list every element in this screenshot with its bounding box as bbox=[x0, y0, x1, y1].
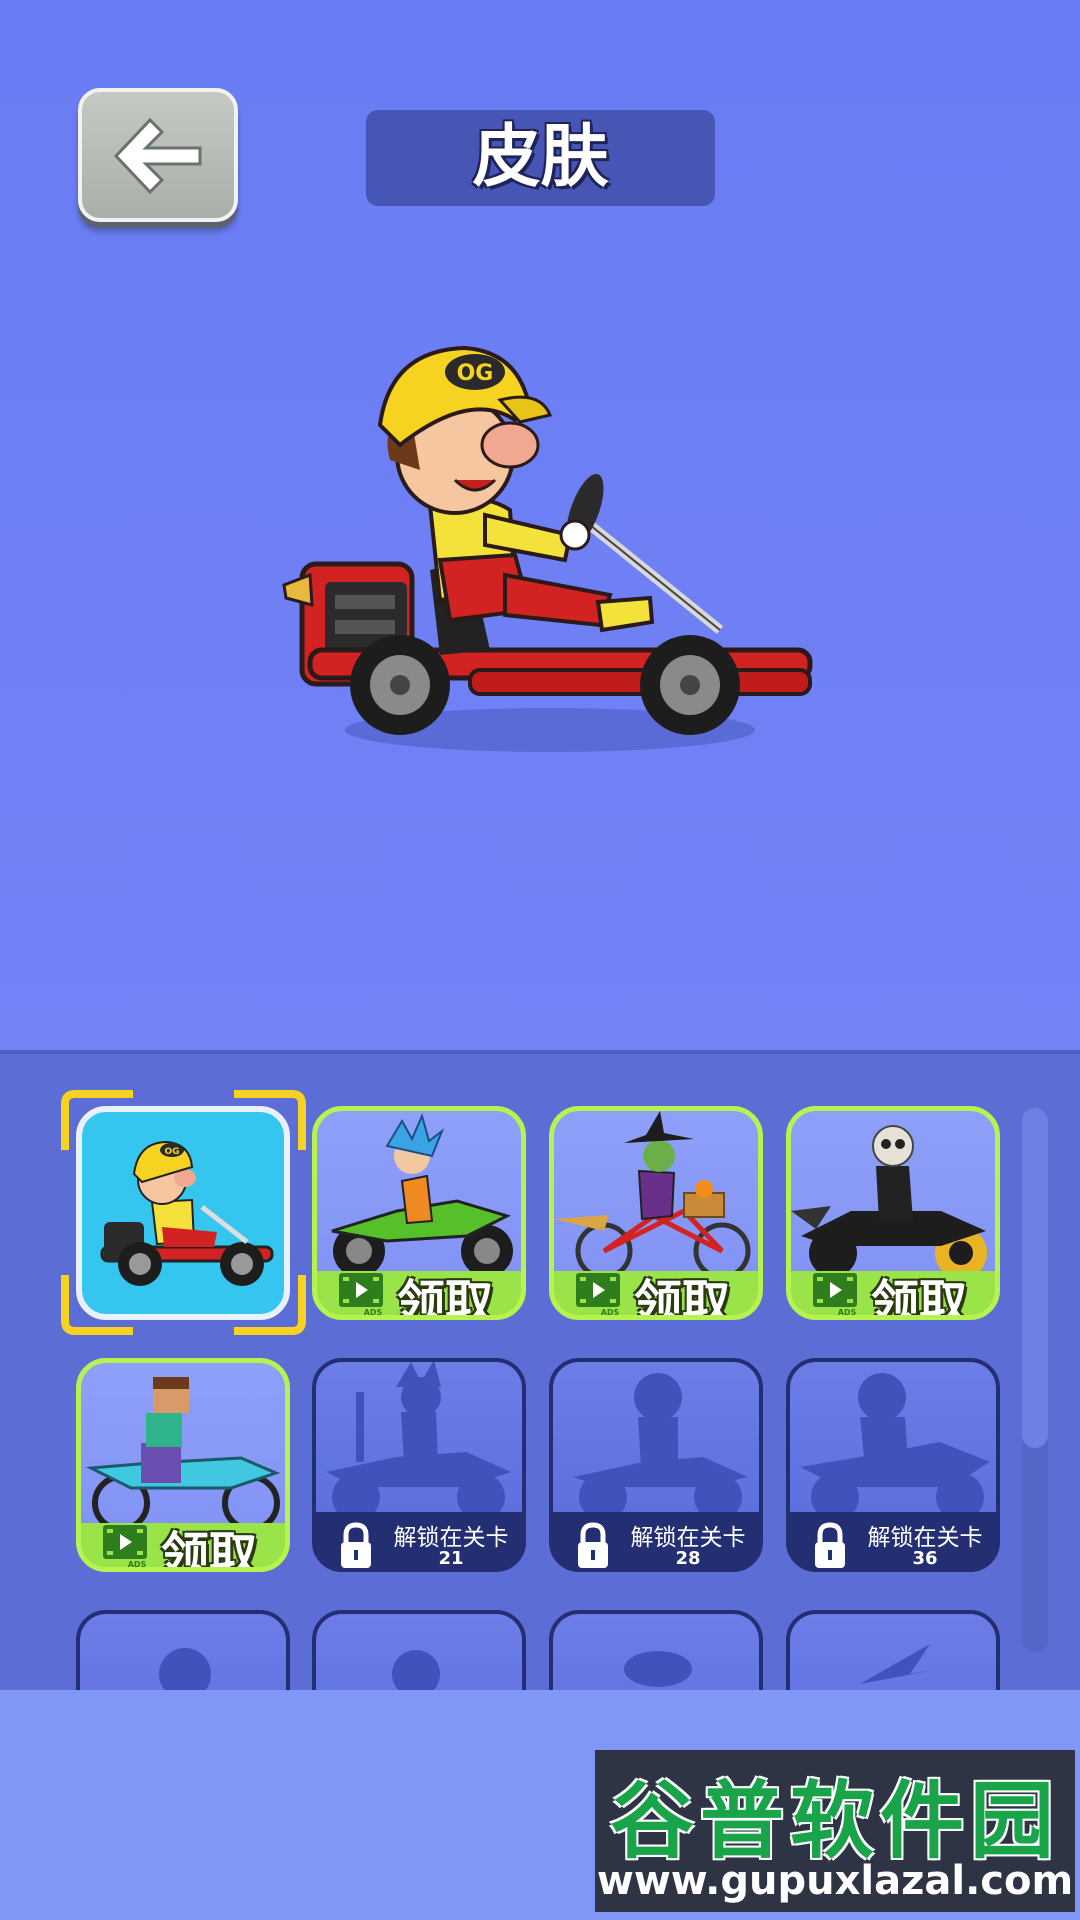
unlock-level: 36 bbox=[912, 1548, 938, 1569]
cap-logo-text: OG bbox=[457, 361, 494, 386]
skin-card-locked-21[interactable]: 解锁在关卡 21 bbox=[312, 1358, 526, 1572]
watermark-url: www.gupuxlazal.com bbox=[596, 1858, 1074, 1904]
character-preview: OG bbox=[280, 330, 840, 770]
skin-card-block-dirtbike[interactable]: ADS 领取 bbox=[76, 1358, 290, 1572]
skin-thumbnail: OG bbox=[82, 1112, 284, 1314]
svg-text:OG: OG bbox=[164, 1147, 179, 1157]
claim-label: 领取 bbox=[397, 1275, 494, 1320]
page-title: 皮肤 bbox=[366, 110, 715, 206]
watermark: 谷普软件园 www.gupuxlazal.com bbox=[595, 1750, 1075, 1912]
lock-icon bbox=[578, 1522, 608, 1568]
claim-label: 领取 bbox=[871, 1275, 968, 1320]
lock-icon bbox=[341, 1522, 371, 1568]
video-ad-icon: ADS bbox=[813, 1273, 857, 1317]
scrollbar-thumb[interactable] bbox=[1022, 1108, 1048, 1448]
lock-icon bbox=[815, 1522, 845, 1568]
skin-thumbnail bbox=[554, 1111, 758, 1271]
locked-silhouette bbox=[790, 1362, 996, 1512]
video-ad-icon: ADS bbox=[576, 1273, 620, 1317]
unlock-label: 解锁在关卡 bbox=[630, 1525, 746, 1551]
skin-card-witch-bicycle[interactable]: ADS 领取 bbox=[549, 1106, 763, 1320]
arrow-left-icon bbox=[113, 117, 202, 195]
video-ad-icon: ADS bbox=[339, 1273, 383, 1317]
skin-thumbnail bbox=[81, 1363, 285, 1523]
svg-text:ADS: ADS bbox=[601, 1308, 620, 1317]
video-ad-icon: ADS bbox=[103, 1525, 147, 1569]
unlock-label: 解锁在关卡 bbox=[393, 1525, 509, 1551]
unlock-label: 解锁在关卡 bbox=[867, 1525, 983, 1551]
locked-silhouette bbox=[316, 1362, 522, 1512]
skin-card-locked-28[interactable]: 解锁在关卡 28 bbox=[549, 1358, 763, 1572]
svg-text:ADS: ADS bbox=[364, 1308, 383, 1317]
back-button[interactable] bbox=[78, 88, 238, 222]
locked-silhouette bbox=[553, 1362, 759, 1512]
skin-card-locked-36[interactable]: 解锁在关卡 36 bbox=[786, 1358, 1000, 1572]
watermark-brand: 谷普软件园 bbox=[609, 1772, 1060, 1870]
claim-label: 领取 bbox=[634, 1275, 731, 1320]
skin-thumbnail bbox=[791, 1111, 995, 1271]
skin-thumbnail bbox=[317, 1111, 521, 1271]
unlock-level: 21 bbox=[438, 1548, 464, 1569]
unlock-level: 28 bbox=[675, 1548, 701, 1569]
claim-label: 领取 bbox=[161, 1527, 258, 1572]
skin-card-go-kart[interactable]: OG bbox=[76, 1106, 290, 1320]
skin-card-green-motorbike[interactable]: ADS 领取 bbox=[312, 1106, 526, 1320]
skin-card-skeleton-motorbike[interactable]: ADS 领取 bbox=[786, 1106, 1000, 1320]
svg-text:ADS: ADS bbox=[838, 1308, 857, 1317]
svg-text:ADS: ADS bbox=[128, 1560, 147, 1569]
scrollbar[interactable] bbox=[1022, 1108, 1048, 1653]
